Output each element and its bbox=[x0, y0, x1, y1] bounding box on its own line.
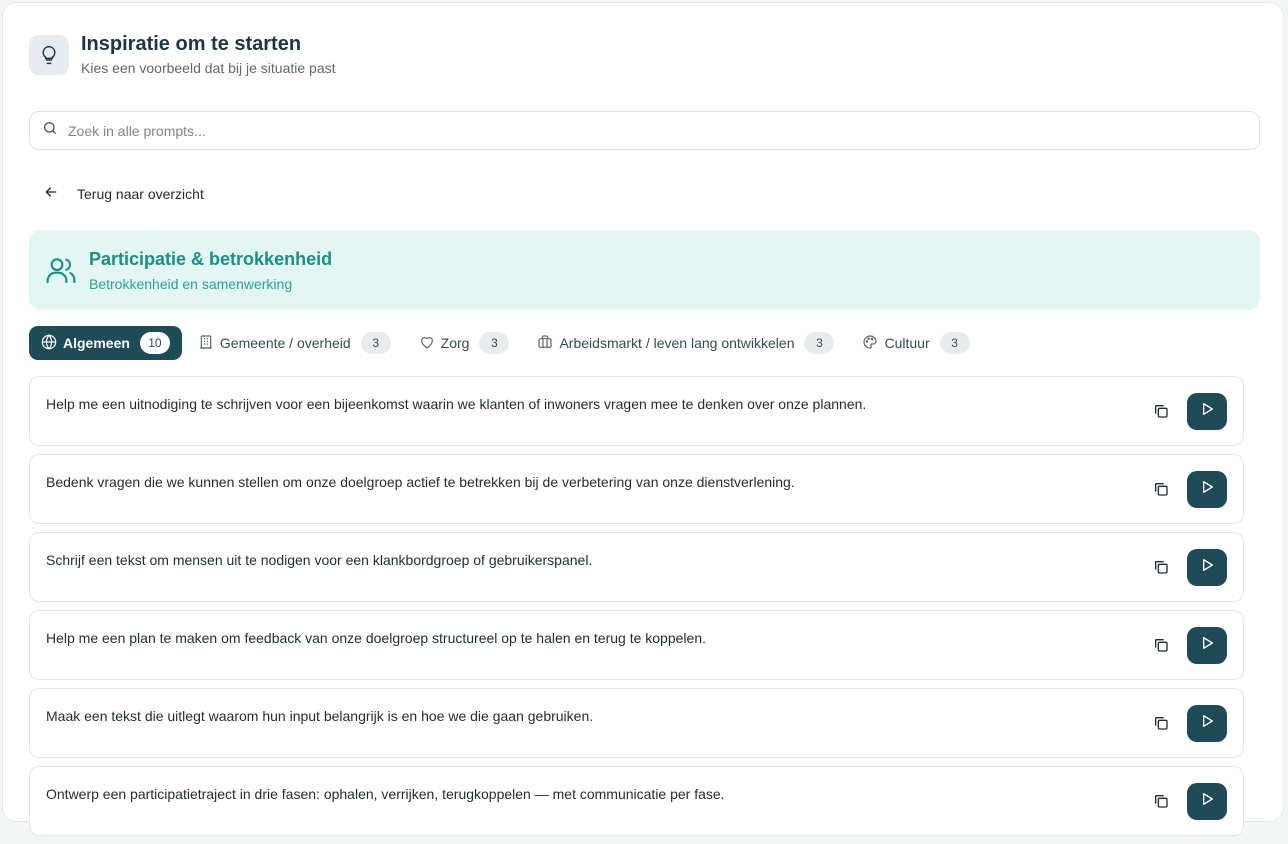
page-subtitle: Kies een voorbeeld dat bij je situatie p… bbox=[81, 60, 336, 76]
copy-icon bbox=[1153, 403, 1169, 424]
category-title: Participatie & betrokkenheid bbox=[89, 249, 333, 269]
tab-zorg[interactable]: Zorg 3 bbox=[407, 326, 522, 360]
back-link[interactable]: Terug naar overzicht bbox=[43, 183, 204, 205]
play-icon bbox=[1199, 401, 1215, 422]
copy-icon bbox=[1153, 793, 1169, 814]
play-icon bbox=[1199, 791, 1215, 812]
prompt-card[interactable]: Bedenk vragen die we kunnen stellen om o… bbox=[29, 454, 1244, 524]
search-input[interactable] bbox=[68, 122, 1218, 139]
run-prompt-button[interactable] bbox=[1187, 783, 1227, 820]
copy-button[interactable] bbox=[1149, 791, 1173, 815]
search-icon bbox=[42, 120, 58, 141]
tab-label: Gemeente / overheid bbox=[219, 335, 351, 351]
category-subtitle: Betrokkenheid en samenwerking bbox=[89, 276, 293, 292]
briefcase-icon bbox=[537, 334, 553, 353]
copy-button[interactable] bbox=[1149, 401, 1173, 425]
prompt-text: Help me een uitnodiging te schrijven voo… bbox=[46, 396, 867, 412]
copy-icon bbox=[1153, 481, 1169, 502]
copy-icon bbox=[1153, 715, 1169, 736]
building-icon bbox=[198, 334, 214, 353]
prompt-text: Schrijf een tekst om mensen uit te nodig… bbox=[46, 552, 593, 568]
prompt-text: Bedenk vragen die we kunnen stellen om o… bbox=[46, 474, 795, 490]
play-icon bbox=[1199, 557, 1215, 578]
copy-icon bbox=[1153, 637, 1169, 658]
prompt-list: Help me een uitnodiging te schrijven voo… bbox=[29, 376, 1244, 844]
tab-label: Arbeidsmarkt / leven lang ontwikkelen bbox=[559, 335, 795, 351]
run-prompt-button[interactable] bbox=[1187, 705, 1227, 742]
tab-count-badge: 3 bbox=[939, 332, 970, 354]
prompt-text: Help me een plan te maken om feedback va… bbox=[46, 630, 706, 646]
prompt-text: Maak een tekst die uitlegt waarom hun in… bbox=[46, 708, 594, 724]
tab-label: Zorg bbox=[440, 335, 470, 351]
prompt-card[interactable]: Maak een tekst die uitlegt waarom hun in… bbox=[29, 688, 1244, 758]
prompt-card[interactable]: Help me een plan te maken om feedback va… bbox=[29, 610, 1244, 680]
tab-count-badge: 3 bbox=[804, 332, 835, 354]
back-link-label: Terug naar overzicht bbox=[77, 186, 204, 202]
prompt-card[interactable]: Schrijf een tekst om mensen uit te nodig… bbox=[29, 532, 1244, 602]
prompt-card[interactable]: Help me een uitnodiging te schrijven voo… bbox=[29, 376, 1244, 446]
inspiration-panel: Inspiratie om te starten Kies een voorbe… bbox=[2, 2, 1284, 836]
tab-label: Cultuur bbox=[884, 335, 930, 351]
run-prompt-button[interactable] bbox=[1187, 549, 1227, 586]
prompt-text: Ontwerp een participatietraject in drie … bbox=[46, 786, 725, 802]
category-banner: Participatie & betrokkenheid Betrokkenhe… bbox=[29, 230, 1260, 310]
globe-icon bbox=[41, 333, 57, 353]
heart-icon bbox=[419, 334, 435, 353]
tab-count-badge: 3 bbox=[479, 332, 510, 354]
tab-count-badge: 10 bbox=[139, 332, 170, 354]
play-icon bbox=[1199, 713, 1215, 734]
copy-icon bbox=[1153, 559, 1169, 580]
arrow-left-icon bbox=[43, 184, 59, 205]
copy-button[interactable] bbox=[1149, 479, 1173, 503]
prompt-card[interactable]: Ontwerp een participatietraject in drie … bbox=[29, 766, 1244, 836]
tab-algemeen[interactable]: Algemeen 10 bbox=[29, 326, 182, 360]
play-icon bbox=[1199, 479, 1215, 500]
filter-tabs: Algemeen 10 Gemeente / overheid 3 Zorg 3… bbox=[29, 326, 986, 360]
run-prompt-button[interactable] bbox=[1187, 393, 1227, 430]
tab-cultuur[interactable]: Cultuur 3 bbox=[850, 326, 981, 360]
play-icon bbox=[1199, 635, 1215, 656]
tab-count-badge: 3 bbox=[360, 332, 391, 354]
copy-button[interactable] bbox=[1149, 635, 1173, 659]
run-prompt-button[interactable] bbox=[1187, 627, 1227, 664]
run-prompt-button[interactable] bbox=[1187, 471, 1227, 508]
page-title: Inspiratie om te starten bbox=[81, 33, 302, 55]
copy-button[interactable] bbox=[1149, 713, 1173, 737]
palette-icon bbox=[862, 334, 878, 353]
lightbulb-icon bbox=[29, 35, 69, 75]
search-box[interactable] bbox=[29, 111, 1260, 150]
tab-gemeente-overheid[interactable]: Gemeente / overheid 3 bbox=[186, 326, 403, 360]
tab-arbeidsmarkt[interactable]: Arbeidsmarkt / leven lang ontwikkelen 3 bbox=[525, 326, 846, 360]
users-icon bbox=[45, 254, 77, 291]
copy-button[interactable] bbox=[1149, 557, 1173, 581]
tab-label: Algemeen bbox=[63, 335, 130, 351]
